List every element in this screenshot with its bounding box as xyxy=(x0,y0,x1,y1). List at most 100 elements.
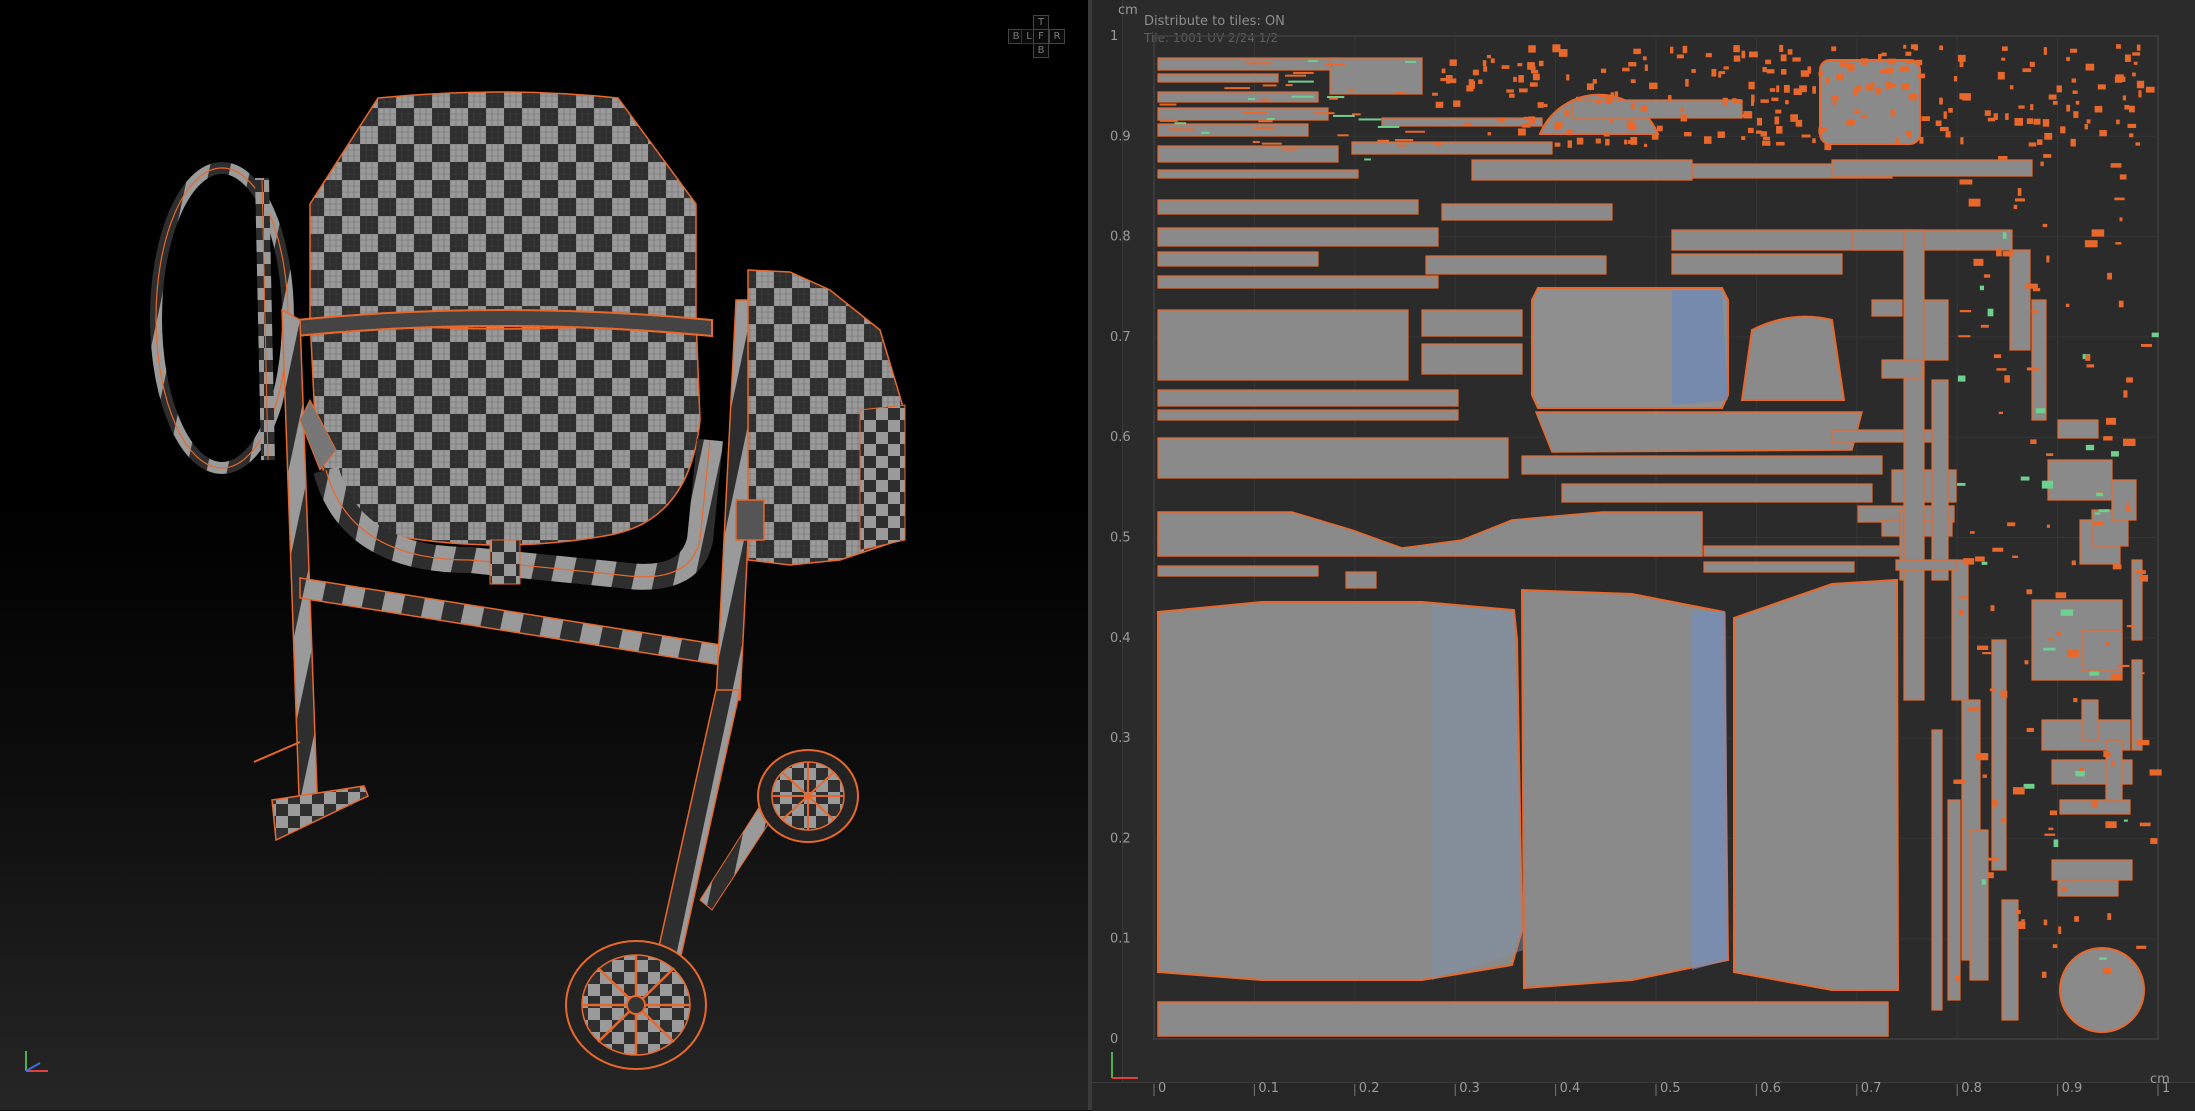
uv-shell-tiny xyxy=(1722,97,1728,105)
uv-shell-small xyxy=(2001,899,2019,1021)
uv-shell-tiny xyxy=(1472,69,1479,76)
uv-shell-tiny xyxy=(1605,138,1610,146)
uv-shell-tiny xyxy=(1958,609,1963,616)
uv-shell-tiny xyxy=(2060,126,2066,134)
uv-shell-tiny xyxy=(1285,74,1307,77)
u-tick-label: 0.4 xyxy=(1560,1081,1581,1096)
uv-shell-tiny xyxy=(2002,232,2007,239)
uv-shell-tiny xyxy=(2128,105,2135,113)
uv-shell-tiny xyxy=(1405,130,1425,133)
uv-shell-tiny xyxy=(2017,188,2022,196)
uv-shell-tiny xyxy=(2004,375,2010,383)
uv-shell-tiny xyxy=(1513,76,1517,82)
uv-shell-tiny xyxy=(2018,921,2026,929)
uv-shell-tiny xyxy=(2140,343,2152,347)
uv-shell-tiny xyxy=(2042,119,2050,127)
uv-shell-tiny xyxy=(1595,100,1602,105)
uv-shell-tiny xyxy=(1555,121,1563,128)
view-cube-front[interactable]: F xyxy=(1033,29,1049,44)
uv-shell-tiny xyxy=(1905,51,1912,56)
uv-shell-tiny xyxy=(1774,116,1780,125)
uv-shell-tiny xyxy=(1905,131,1910,136)
uv-shell-tiny xyxy=(1614,91,1619,97)
uv-shell-tiny xyxy=(2042,223,2048,228)
uv-shell-small xyxy=(1931,729,1943,1011)
uv-shell-tiny xyxy=(1825,77,1830,84)
uv-shell-tiny xyxy=(2112,564,2122,570)
uv-shell-tiny xyxy=(1337,134,1349,137)
view-cube-right[interactable]: R xyxy=(1049,29,1065,44)
uv-shell-tiny xyxy=(1434,141,1442,147)
uv-shell-tiny xyxy=(1506,89,1514,93)
uv-shell-tiny xyxy=(1245,62,1271,65)
uv-shell-tiny xyxy=(1482,60,1487,67)
uv-shell-tiny xyxy=(1159,119,1178,122)
uv-shell-tiny xyxy=(1917,73,1926,79)
uv-shell-tiny xyxy=(1685,79,1689,87)
uv-shell-small xyxy=(1521,455,1883,475)
uv-shell-arch xyxy=(1740,315,1846,401)
uv-shell-tiny xyxy=(2074,916,2079,922)
uv-shell-tiny xyxy=(1818,71,1824,77)
uv-shell-tiny xyxy=(2000,818,2006,823)
uv-shell-tiny xyxy=(1935,120,1942,127)
uv-shell-tiny xyxy=(1765,59,1772,65)
uv-shell-tiny xyxy=(1747,127,1754,134)
uv-shell-small xyxy=(2057,879,2119,897)
v-tick-label: 0.9 xyxy=(1110,129,1131,144)
uv-layout[interactable]: 1 0.9 0.8 0.7 0.6 0.5 0.4 0.3 0.2 0.1 0 0 0.1 0.2 0.3 0… xyxy=(1092,0,2195,1110)
uv-shell-tiny xyxy=(1996,368,2007,371)
view-cube[interactable]: T B L F R B xyxy=(1008,15,1072,61)
uv-shell-tiny xyxy=(1908,93,1918,101)
uv-shell-tiny xyxy=(2085,354,2091,361)
uv-shell-tiny xyxy=(2032,287,2041,292)
uv-shell-tiny xyxy=(1943,111,1947,119)
uv-shell-tiny xyxy=(1988,857,1999,861)
uv-shell-tiny xyxy=(1919,136,1924,144)
uv-shell-tiny xyxy=(2136,945,2147,949)
uv-shell-tiny xyxy=(1670,46,1674,54)
uv-shell-tiny xyxy=(1975,556,1985,562)
view-cube-top[interactable]: T xyxy=(1033,15,1049,30)
uv-shell-tiny xyxy=(2150,838,2158,845)
uv-shell-tiny xyxy=(2048,638,2053,641)
uv-shell-tiny xyxy=(2085,63,2095,71)
uv-shell-tiny xyxy=(1800,70,1810,77)
u-tick-label: 0.9 xyxy=(2062,1081,2083,1096)
uv-shell-tiny xyxy=(2028,142,2037,147)
uv-shell-tiny xyxy=(1609,119,1614,123)
uv-shell-tiny xyxy=(1252,126,1276,129)
uv-shell-small xyxy=(1381,117,1543,127)
uv-shell-tiny xyxy=(1586,83,1595,91)
uv-shell-tiny xyxy=(1953,779,1966,784)
uv-shell-small xyxy=(1329,57,1423,95)
uv-shell-tiny xyxy=(2123,819,2128,822)
drum-lower xyxy=(309,317,701,546)
uv-shell-tiny xyxy=(2001,57,2006,61)
uv-shell-tiny xyxy=(1945,131,1951,138)
viewport-3d[interactable]: T B L F R B xyxy=(0,0,1088,1110)
uv-shell-tiny xyxy=(1651,134,1659,140)
uv-shell-tiny xyxy=(1766,69,1775,74)
uv-shell-tiny xyxy=(2071,78,2077,83)
uv-shell-tiny xyxy=(1441,68,1446,74)
uv-shell-tiny xyxy=(1538,60,1544,67)
uv-shell-tiny xyxy=(2116,119,2120,125)
uv-shell-tiny xyxy=(2024,660,2029,665)
uv-shell-tiny xyxy=(2145,86,2155,93)
uv-shell-tiny xyxy=(1741,136,1746,140)
concrete-mixer-model[interactable] xyxy=(0,0,1088,1110)
view-cube-bottom[interactable]: B xyxy=(1033,43,1049,58)
uv-shell-small xyxy=(2081,699,2099,741)
uv-shell-tiny xyxy=(1963,558,1975,565)
uv-shell-tiny xyxy=(1781,69,1787,75)
uv-shell-tiny xyxy=(1878,53,1882,59)
v-tick-label: 0.6 xyxy=(1110,430,1131,445)
uv-shell-tiny xyxy=(2002,251,2014,257)
uv-shell-small xyxy=(1157,389,1459,407)
uv-shell-tiny xyxy=(2105,821,2117,829)
uv-shell-tiny xyxy=(2030,439,2037,445)
uv-shell-tiny xyxy=(2066,56,2070,61)
uv-shell-tiny xyxy=(1630,102,1635,110)
uv-shell-tiny xyxy=(1955,975,1960,982)
